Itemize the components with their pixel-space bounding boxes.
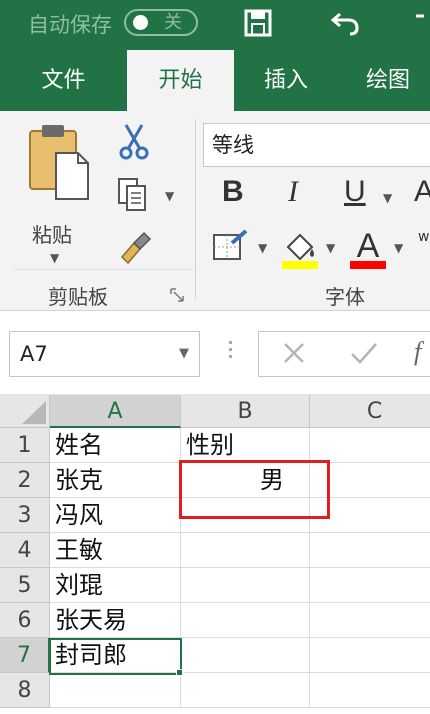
tab-draw[interactable]: 绘图 xyxy=(338,50,430,111)
fill-color-icon[interactable] xyxy=(280,229,320,273)
grow-font-button[interactable]: A xyxy=(414,175,430,209)
cell-a1[interactable]: 姓名 xyxy=(50,428,181,463)
autosave-state: 关 xyxy=(164,12,182,33)
tab-file[interactable]: 文件 xyxy=(0,50,127,111)
name-box-dropdown-icon[interactable]: ▼ xyxy=(179,332,189,376)
cell-c1[interactable] xyxy=(310,428,430,463)
underline-button[interactable]: U xyxy=(344,175,366,209)
cell-b2[interactable]: 男 xyxy=(181,463,310,498)
save-icon[interactable] xyxy=(243,6,273,44)
underline-dropdown-icon[interactable]: ▼ xyxy=(383,191,392,205)
cell-b8[interactable] xyxy=(181,673,310,708)
redo-icon[interactable] xyxy=(414,6,430,44)
toggle-knob xyxy=(133,15,148,30)
font-name-box[interactable]: 等线 xyxy=(203,123,430,167)
tab-home[interactable]: 开始 xyxy=(127,50,234,111)
dialog-launcher-icon[interactable] xyxy=(170,287,184,306)
row-header-7[interactable]: 7 xyxy=(0,638,50,673)
cancel-icon[interactable] xyxy=(282,341,306,369)
worksheet-grid: A B C 1 姓名 性别 2 张克 男 3 冯风 4 王敏 5 刘琨 6 张天… xyxy=(0,395,430,714)
fx-icon[interactable]: f xyxy=(414,337,421,367)
font-group-label: 字体 xyxy=(325,285,365,309)
group-divider xyxy=(14,269,194,270)
row-header-6[interactable]: 6 xyxy=(0,603,50,638)
borders-dropdown-icon[interactable]: ▼ xyxy=(258,241,267,255)
row-header-8[interactable]: 8 xyxy=(0,673,50,708)
cell-a2[interactable]: 张克 xyxy=(50,463,181,498)
cell-c5[interactable] xyxy=(310,568,430,603)
fill-handle[interactable] xyxy=(176,669,183,676)
cell-b5[interactable] xyxy=(181,568,310,603)
italic-button[interactable]: I xyxy=(288,175,298,209)
enter-icon[interactable] xyxy=(350,341,378,369)
cell-a6[interactable]: 张天易 xyxy=(50,603,181,638)
autosave-toggle[interactable]: 关 xyxy=(124,9,198,36)
cell-b4[interactable] xyxy=(181,533,310,568)
row-header-4[interactable]: 4 xyxy=(0,533,50,568)
autosave-label: 自动保存 xyxy=(28,13,112,37)
row-header-2[interactable]: 2 xyxy=(0,463,50,498)
borders-icon[interactable] xyxy=(212,229,250,267)
name-box[interactable]: A7 ▼ xyxy=(9,331,200,377)
tab-insert[interactable]: 插入 xyxy=(234,50,338,111)
cut-icon[interactable] xyxy=(118,123,150,165)
cell-c6[interactable] xyxy=(310,603,430,638)
ribbon-separator xyxy=(195,119,196,299)
row-header-5[interactable]: 5 xyxy=(0,568,50,603)
bold-button[interactable]: B xyxy=(222,175,244,209)
undo-icon[interactable] xyxy=(330,6,362,44)
column-header-b[interactable]: B xyxy=(181,395,310,428)
paste-label[interactable]: 粘贴 xyxy=(32,219,72,248)
row-header-1[interactable]: 1 xyxy=(0,428,50,463)
paste-icon[interactable] xyxy=(28,123,94,205)
name-box-value: A7 xyxy=(20,342,48,366)
cell-b3[interactable] xyxy=(181,498,310,533)
cell-b1[interactable]: 性别 xyxy=(181,428,310,463)
row-header-3[interactable]: 3 xyxy=(0,498,50,533)
column-header-c[interactable]: C xyxy=(310,395,430,428)
phonetic-icon[interactable]: w xyxy=(418,229,429,245)
cell-c4[interactable] xyxy=(310,533,430,568)
formula-bar-grip[interactable] xyxy=(229,341,232,362)
paste-dropdown-icon[interactable]: ▼ xyxy=(50,251,59,265)
font-color-icon[interactable]: A xyxy=(348,227,388,273)
font-color-dropdown-icon[interactable]: ▼ xyxy=(394,241,403,255)
copy-dropdown-icon[interactable]: ▼ xyxy=(165,189,174,203)
format-painter-icon[interactable] xyxy=(118,231,152,269)
clipboard-group-label: 剪贴板 xyxy=(48,285,108,309)
cell-c2[interactable] xyxy=(310,463,430,498)
cell-a8[interactable] xyxy=(50,673,181,708)
ribbon-home: ▼ 粘贴 ▼ 剪贴板 等线 B I U ▼ A ▼ ▼ A ▼ w 字体 xyxy=(0,111,430,311)
column-header-a[interactable]: A xyxy=(50,395,181,428)
fill-color-dropdown-icon[interactable]: ▼ xyxy=(326,241,335,255)
ribbon-tabs: 文件 开始 插入 绘图 xyxy=(0,50,430,111)
cell-a7[interactable]: 封司郎 xyxy=(50,638,181,673)
cell-b7[interactable] xyxy=(181,638,310,673)
cell-a4[interactable]: 王敏 xyxy=(50,533,181,568)
svg-text:A: A xyxy=(357,227,380,265)
cell-a3[interactable]: 冯风 xyxy=(50,498,181,533)
select-all-corner[interactable] xyxy=(0,395,50,428)
cell-c3[interactable] xyxy=(310,498,430,533)
cell-b6[interactable] xyxy=(181,603,310,638)
cell-c7[interactable] xyxy=(310,638,430,673)
title-bar: 自动保存 关 xyxy=(0,0,430,50)
cell-a5[interactable]: 刘琨 xyxy=(50,568,181,603)
formula-bar: A7 ▼ f xyxy=(0,311,430,395)
copy-icon[interactable] xyxy=(117,177,149,217)
cell-c8[interactable] xyxy=(310,673,430,708)
